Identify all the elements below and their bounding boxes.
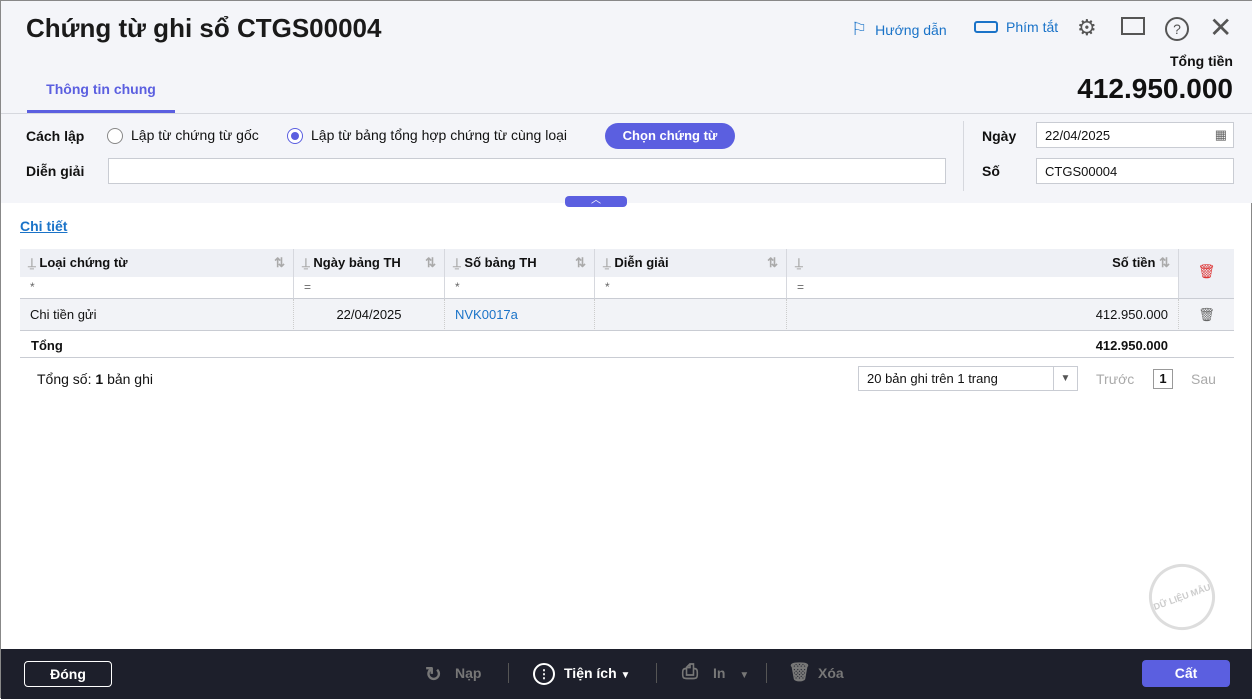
collapse-chevron-up-icon[interactable]: ︿ (565, 196, 627, 207)
total-row (20, 331, 1234, 358)
cell-type[interactable]: Chi tiền gửi (20, 299, 294, 331)
detail-link[interactable]: Chi tiết (20, 218, 67, 234)
cell-number-link[interactable]: NVK0017a (445, 299, 595, 331)
date-label: Ngày (982, 128, 1017, 144)
filter-description[interactable]: * (595, 277, 787, 299)
column-header-number[interactable]: ⍊ Số bảng TH ⇅ (445, 249, 595, 277)
sort-icon[interactable]: ⇅ (425, 255, 436, 271)
pin-icon: ⍊ (603, 255, 615, 270)
column-header-description[interactable]: ⍊ Diễn giải ⇅ (595, 249, 787, 277)
sort-icon[interactable]: ⇅ (767, 255, 778, 271)
shortcuts-button[interactable]: Phím tắt (974, 19, 1058, 35)
description-input[interactable] (108, 158, 946, 184)
utilities-button[interactable]: Tiện ích ▼ (564, 665, 630, 681)
sort-icon[interactable]: ⇅ (274, 255, 285, 271)
desc-label: Diễn giải (26, 163, 85, 179)
email-icon[interactable] (1121, 17, 1145, 35)
method-label: Cách lập (26, 128, 85, 144)
signpost-icon: ⚐ (851, 19, 868, 39)
cell-description[interactable] (595, 299, 787, 331)
divider (963, 121, 964, 191)
page-size-select[interactable]: 20 bản ghi trên 1 trang ▼ (858, 366, 1078, 391)
help-icon[interactable]: ? (1165, 17, 1189, 41)
delete-button[interactable]: Xóa (818, 665, 844, 681)
choose-voucher-button[interactable]: Chọn chứng từ (605, 123, 735, 149)
total-row-amount: 412.950.000 (1095, 338, 1168, 353)
column-header-type[interactable]: ⍊ Loại chứng từ ⇅ (20, 249, 294, 277)
save-button[interactable]: Cất (1142, 660, 1230, 687)
cell-amount[interactable]: 412.950.000 (787, 299, 1179, 331)
divider (508, 663, 509, 683)
chevron-down-icon[interactable]: ▼ (1053, 367, 1077, 390)
filter-date[interactable]: = (294, 277, 445, 299)
gear-icon[interactable]: ⚙ (1077, 15, 1097, 41)
prev-page-button[interactable]: Trước (1096, 371, 1134, 387)
number-input[interactable]: CTGS00004 (1036, 158, 1234, 184)
pin-icon: ⍊ (28, 255, 40, 270)
reload-icon: ↻ (425, 664, 442, 686)
delete-row-icon[interactable]: 🗑 (1179, 299, 1234, 331)
trash-icon: 🗑 (788, 662, 811, 682)
radio-from-summary[interactable]: Lập từ bảng tổng hợp chứng từ cùng loại (287, 127, 567, 145)
pin-icon: ⍊ (302, 255, 314, 270)
pin-icon: ⍊ (795, 255, 803, 270)
caret-down-icon: ▼ (620, 670, 631, 681)
filter-number[interactable]: * (445, 277, 595, 299)
calendar-icon[interactable]: ▦ (1215, 127, 1227, 143)
caret-down-icon: ▼ (739, 670, 750, 681)
page-title: Chứng từ ghi sổ CTGS00004 (26, 13, 382, 43)
record-count: Tổng số: 1 bản ghi (37, 371, 153, 387)
delete-all-icon[interactable]: 🗑 (1179, 249, 1234, 299)
date-input[interactable]: 22/04/2025 ▦ (1036, 122, 1234, 148)
radio-from-source[interactable]: Lập từ chứng từ gốc (107, 127, 259, 145)
page-number[interactable]: 1 (1153, 369, 1173, 389)
total-row-label: Tổng (31, 338, 63, 353)
print-button[interactable]: In ▼ (713, 665, 749, 681)
divider (766, 663, 767, 683)
sort-icon[interactable]: ⇅ (1155, 255, 1170, 270)
more-icon: ⋮ (533, 663, 555, 685)
column-header-amount[interactable]: ⍊ Số tiền ⇅ (787, 249, 1179, 277)
next-page-button[interactable]: Sau (1191, 371, 1216, 387)
divider (656, 663, 657, 683)
filter-type[interactable]: * (20, 277, 294, 299)
total-label: Tổng tiền (1170, 53, 1233, 69)
pin-icon: ⍊ (453, 255, 465, 270)
radio-icon (107, 128, 123, 145)
close-icon[interactable]: ✕ (1209, 11, 1232, 44)
close-button[interactable]: Đóng (24, 661, 112, 687)
sort-icon[interactable]: ⇅ (575, 255, 586, 271)
printer-icon: ⎙ (682, 661, 698, 683)
keyboard-icon (974, 21, 998, 33)
reload-button[interactable]: Nạp (455, 665, 481, 681)
sample-data-watermark: DỮ LIỆU MẪU (1139, 554, 1225, 640)
column-header-date[interactable]: ⍊ Ngày bảng TH ⇅ (294, 249, 445, 277)
tab-general-info[interactable]: Thông tin chung (27, 81, 175, 113)
total-value: 412.950.000 (1077, 73, 1233, 104)
divider (1, 113, 1252, 114)
guide-button[interactable]: ⚐ Hướng dẫn (851, 19, 947, 40)
filter-amount[interactable]: = (787, 277, 1179, 299)
radio-checked-icon (287, 128, 303, 145)
cell-date[interactable]: 22/04/2025 (294, 299, 445, 331)
number-label: Số (982, 163, 1000, 179)
